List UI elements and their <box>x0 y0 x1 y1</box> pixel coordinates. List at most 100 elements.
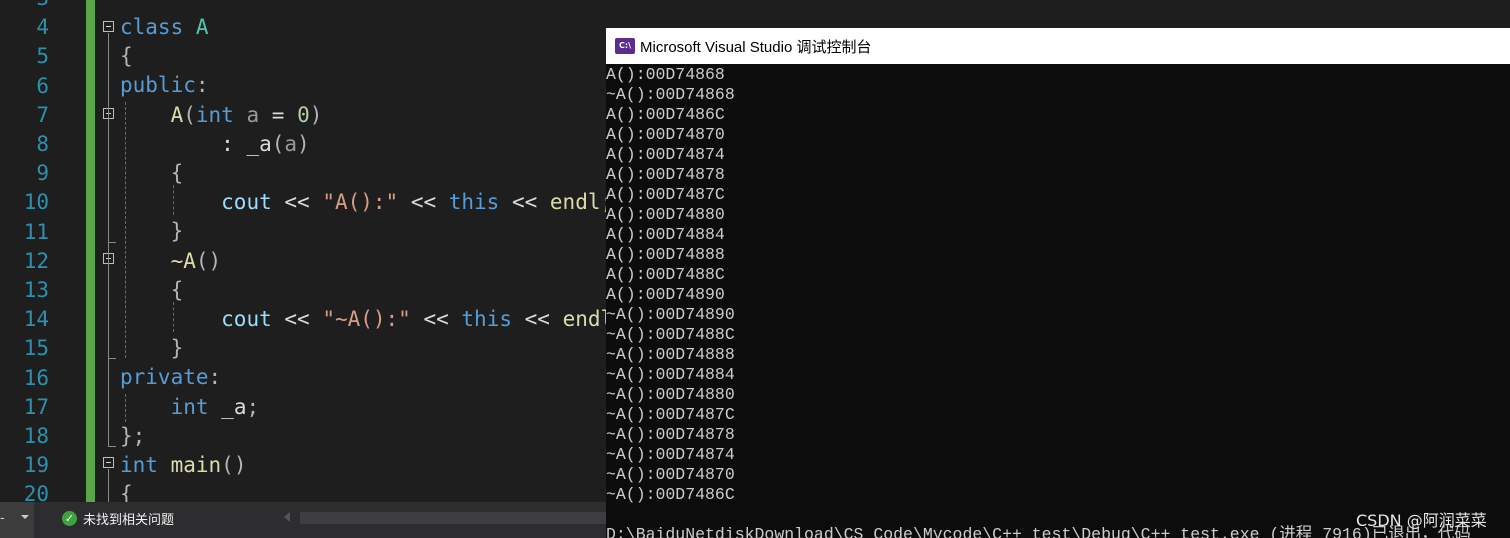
code-token: "~A():" <box>322 307 411 331</box>
console-output-line: ~A():00D7487C <box>606 405 735 424</box>
code-token: a <box>246 102 260 127</box>
issues-indicator[interactable]: ✓ 未找到相关问题 <box>62 508 174 528</box>
collapse-class-icon[interactable] <box>103 21 114 32</box>
code-token: { <box>170 277 184 302</box>
console-output-line: ~A():00D74880 <box>606 385 735 404</box>
code-editor[interactable]: 34567891011121314151617181920 class A{pu… <box>0 0 606 502</box>
code-line[interactable]: int main() <box>120 451 246 480</box>
code-line[interactable]: ~A() <box>120 247 222 276</box>
code-token: : <box>195 73 209 98</box>
code-line[interactable]: : _a(a) <box>120 130 310 159</box>
code-token: ( <box>183 102 196 127</box>
console-output-line: A():00D74890 <box>606 285 725 304</box>
console-output-line: A():00D74884 <box>606 225 725 244</box>
code-line[interactable]: A(int a = 0) <box>120 101 323 130</box>
code-token: this <box>448 190 500 215</box>
collapse-main-icon[interactable] <box>103 457 114 468</box>
code-token: endl <box>562 307 606 331</box>
console-output-line: ~A():00D74890 <box>606 305 735 324</box>
console-output-line: ~A():00D7488C <box>606 325 735 344</box>
code-token: ; <box>246 394 260 419</box>
code-token: ~A <box>170 248 196 273</box>
code-token: int <box>195 102 234 127</box>
console-output-line: A():00D74878 <box>606 165 725 184</box>
code-line[interactable]: public: <box>120 71 209 100</box>
code-token: private <box>120 365 209 390</box>
code-token: }; <box>120 423 146 448</box>
code-line[interactable]: } <box>120 334 184 363</box>
visual-studio-icon: C:\ <box>615 38 635 54</box>
zoom-value: - <box>0 511 5 526</box>
horizontal-scrollbar[interactable] <box>300 512 606 524</box>
chevron-down-icon <box>21 515 29 519</box>
code-token: ) <box>297 131 310 156</box>
code-token: this <box>461 307 512 331</box>
check-circle-icon: ✓ <box>62 510 77 526</box>
code-line[interactable]: int _a; <box>120 393 260 422</box>
code-line[interactable]: }; <box>120 422 145 451</box>
code-token: cout <box>221 190 272 215</box>
code-token: ( <box>271 131 285 156</box>
code-token: } <box>170 219 184 244</box>
code-line[interactable]: { <box>120 42 133 71</box>
code-token: int <box>120 453 158 477</box>
code-token: () <box>221 453 247 477</box>
console-output-line: A():00D74868 <box>606 65 725 84</box>
code-token: << <box>271 307 323 331</box>
outline-line-end <box>108 242 116 243</box>
console-output-line: ~A():00D74884 <box>606 365 735 384</box>
code-token: { <box>170 161 184 185</box>
code-line[interactable]: } <box>120 217 184 246</box>
code-token: public <box>120 73 196 98</box>
watermark-text: CSDN @阿润菜菜 <box>1356 511 1487 530</box>
code-token: << <box>511 307 563 331</box>
code-line[interactable]: private: <box>120 363 221 392</box>
console-output-line: A():00D7488C <box>606 265 725 284</box>
zoom-dropdown[interactable]: - <box>0 502 34 538</box>
scroll-left-icon[interactable] <box>284 512 290 522</box>
code-token: } <box>170 336 184 361</box>
code-token: main <box>170 453 222 477</box>
code-token: = <box>259 102 298 127</box>
outline-margin <box>0 0 606 502</box>
code-line[interactable]: { <box>120 276 184 305</box>
console-output-line: A():00D7486C <box>606 105 725 124</box>
code-token: () <box>195 248 222 273</box>
outline-line-end <box>108 446 116 447</box>
code-token: : <box>208 365 222 390</box>
outline-line <box>108 265 109 359</box>
code-token: 0 <box>297 102 310 127</box>
console-title: Microsoft Visual Studio 调试控制台 <box>640 39 872 56</box>
code-token: a <box>284 131 298 156</box>
console-output-line: ~A():00D74868 <box>606 85 735 104</box>
code-token: cout <box>221 307 272 331</box>
issues-text: 未找到相关问题 <box>83 512 175 528</box>
code-line[interactable]: class A <box>120 13 209 42</box>
status-bar: - ✓ 未找到相关问题 <box>0 502 606 538</box>
code-token: ) <box>309 102 323 127</box>
outline-line <box>108 469 109 502</box>
console-output-line: A():00D7487C <box>606 185 725 204</box>
outline-line-end <box>108 358 116 359</box>
debug-console-window[interactable]: C:\ Microsoft Visual Studio 调试控制台 A():00… <box>606 28 1510 538</box>
console-output-line: ~A():00D74870 <box>606 465 735 484</box>
code-line[interactable]: { <box>120 159 184 188</box>
console-titlebar[interactable]: C:\ Microsoft Visual Studio 调试控制台 <box>606 28 1510 64</box>
console-output-line: ~A():00D74888 <box>606 345 735 364</box>
code-line[interactable]: { <box>120 480 133 502</box>
code-line[interactable]: cout << "A():" << this << endl; <box>120 188 606 217</box>
code-line[interactable]: cout << "~A():" << this << endl; <box>120 305 606 334</box>
console-output-line: A():00D74870 <box>606 125 725 144</box>
console-output-line: ~A():00D74878 <box>606 425 735 444</box>
